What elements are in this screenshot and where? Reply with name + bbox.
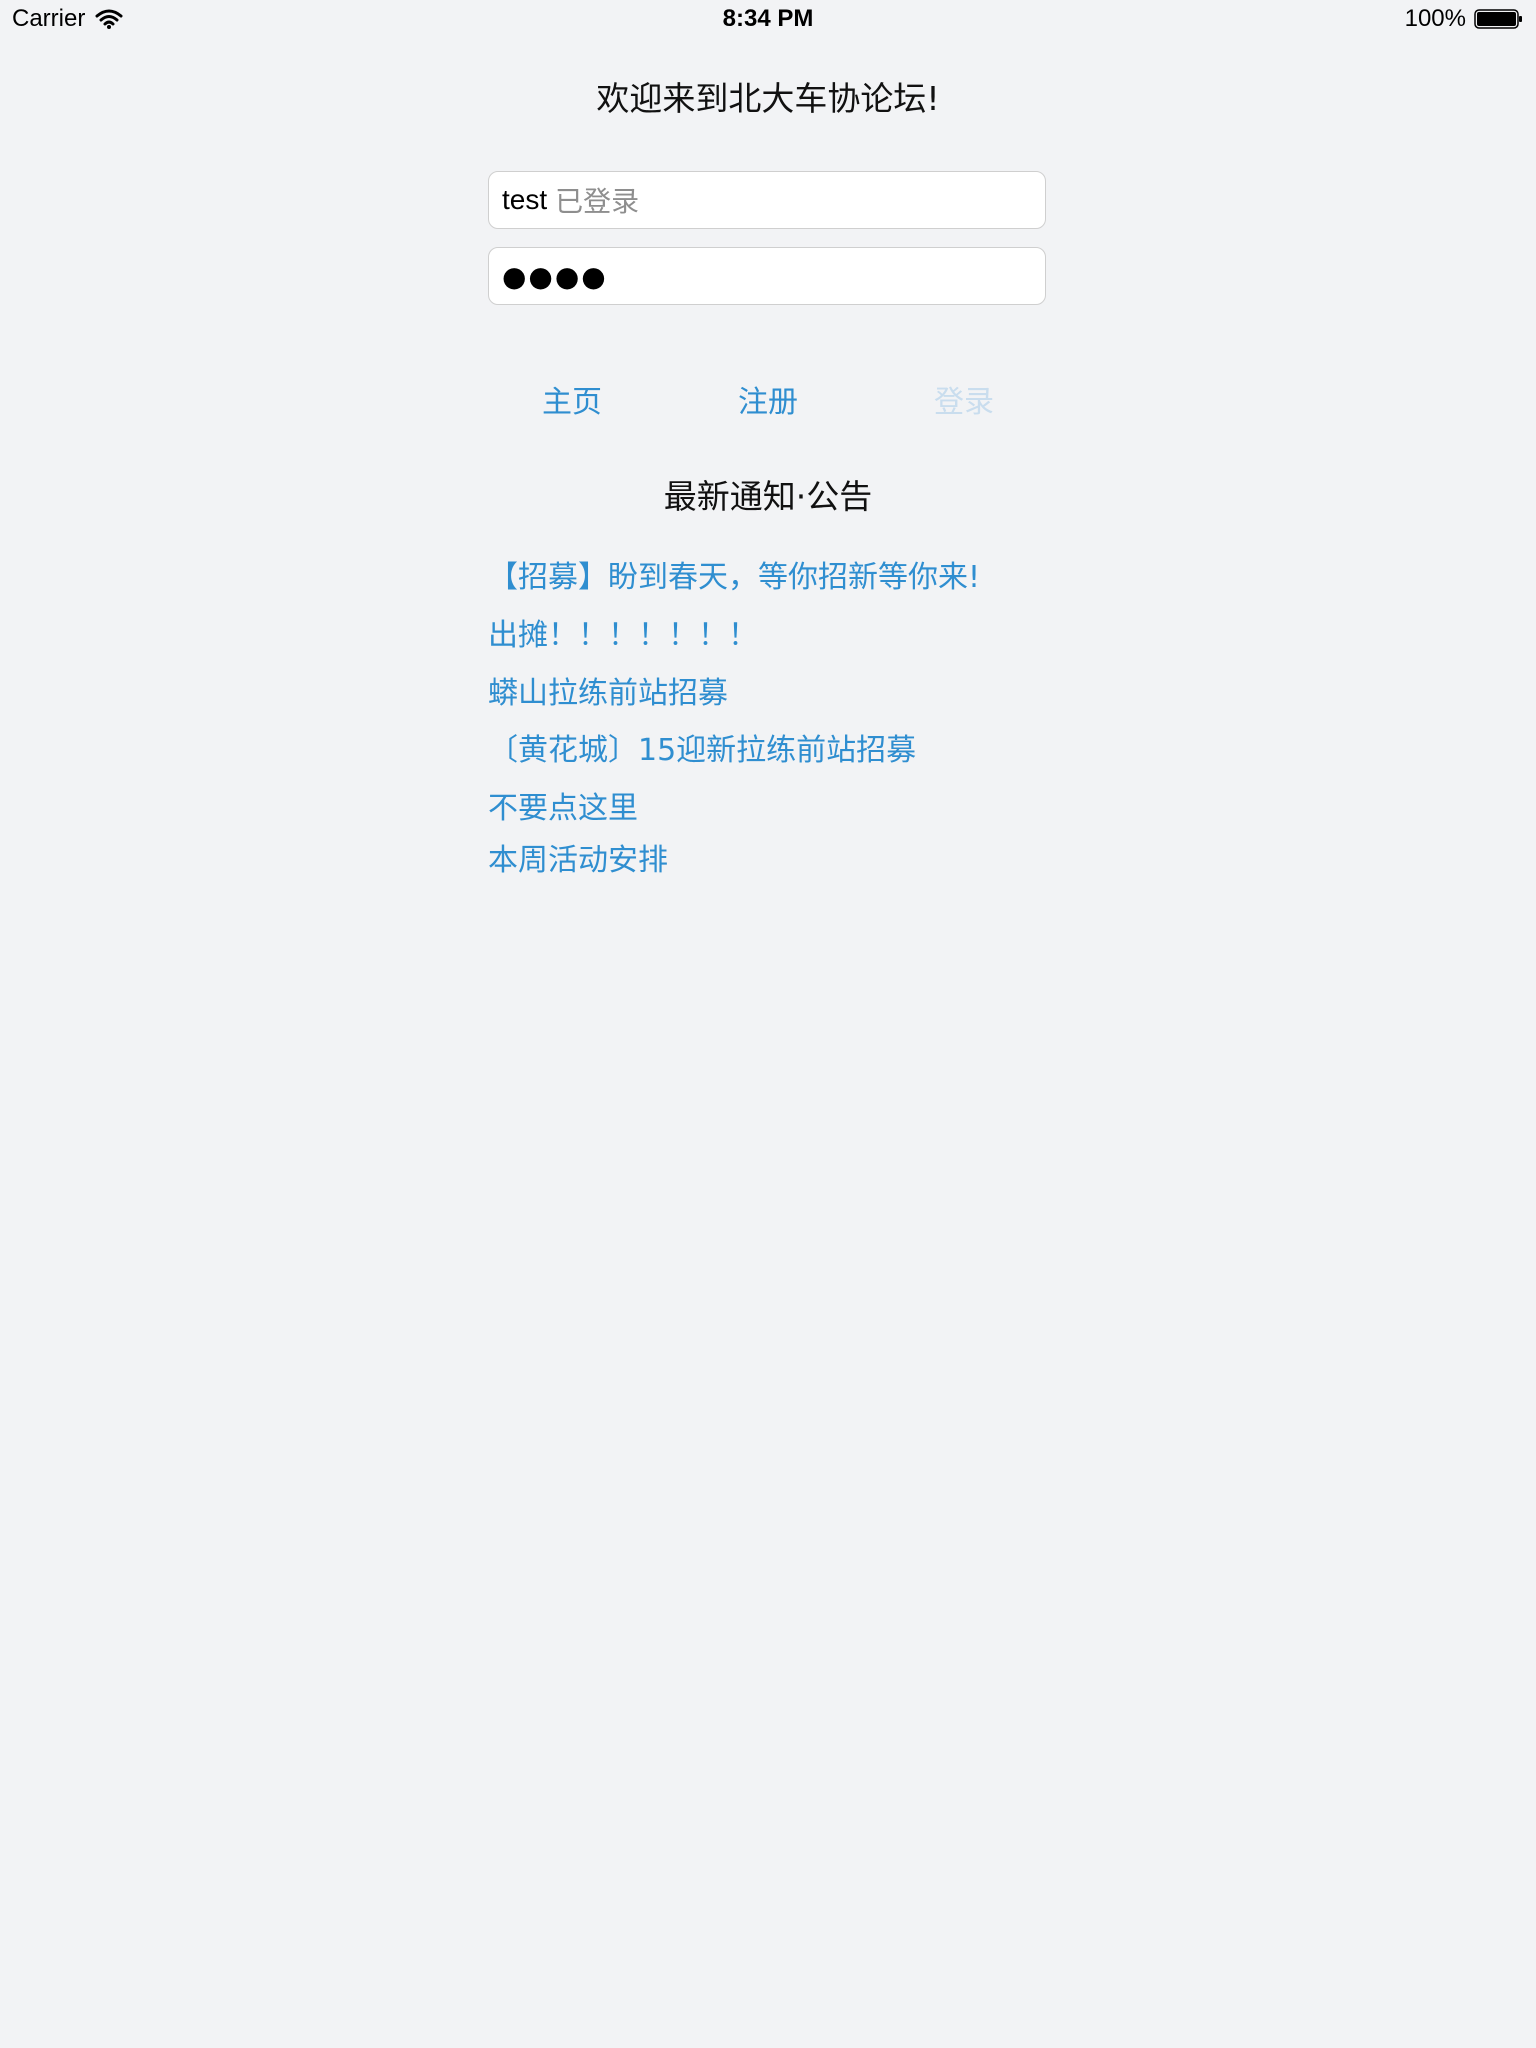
welcome-title: 欢迎来到北大车协论坛! bbox=[596, 79, 940, 118]
notice-item-dont-click[interactable]: 不要点这里 bbox=[488, 787, 638, 831]
notice-item-recruit-spring[interactable]: 【招募】盼到春天，等你招新等你来! bbox=[488, 556, 980, 600]
username-value: test bbox=[502, 184, 548, 215]
notice-item-stall[interactable]: 出摊！！！！！！！ bbox=[488, 614, 758, 658]
status-bar: Carrier 8:34 PM 100% bbox=[0, 0, 1536, 40]
status-right: 100% bbox=[1405, 5, 1524, 33]
battery-percentage: 100% bbox=[1404, 5, 1466, 32]
notice-item-weekly-schedule[interactable]: 本周活动安排 bbox=[488, 839, 668, 883]
password-masked-value: ●●●● bbox=[502, 259, 608, 293]
username-field[interactable]: test 已登录 bbox=[488, 171, 1046, 229]
register-button[interactable]: 注册 bbox=[698, 381, 838, 425]
home-button[interactable]: 主页 bbox=[502, 381, 642, 425]
notice-item-huanghuacheng[interactable]: 〔黄花城〕15迎新拉练前站招募 bbox=[488, 729, 916, 773]
status-time: 8:34 PM bbox=[722, 5, 814, 32]
notice-item-mangshan[interactable]: 蟒山拉练前站招募 bbox=[488, 672, 728, 716]
battery-icon bbox=[1474, 9, 1522, 29]
password-field[interactable]: ●●●● bbox=[488, 247, 1046, 305]
login-button[interactable]: 登录 bbox=[894, 381, 1034, 425]
login-status-hint: 已登录 bbox=[555, 185, 640, 218]
notice-heading: 最新通知·公告 bbox=[663, 477, 873, 516]
